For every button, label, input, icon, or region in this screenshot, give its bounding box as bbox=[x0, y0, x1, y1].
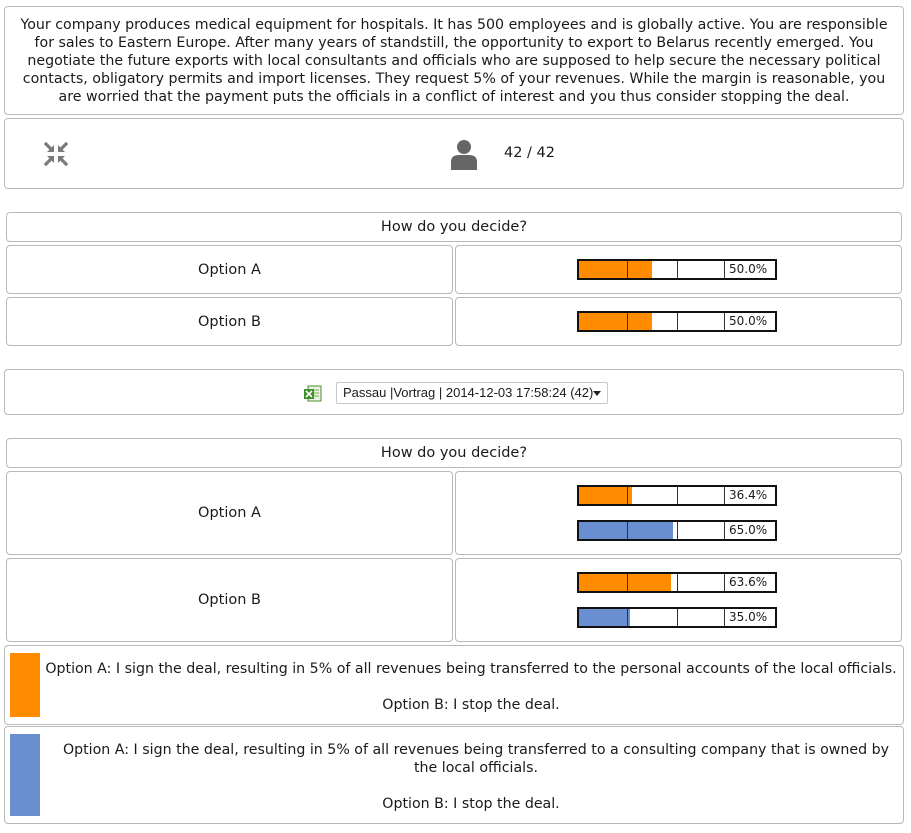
poll1-option-b-label: Option B bbox=[6, 297, 453, 346]
poll1-option-b-fill bbox=[579, 313, 652, 330]
legend-blue-option-b: Option B: I stop the deal. bbox=[382, 796, 560, 812]
chevron-down-icon bbox=[593, 391, 601, 396]
bar-tick bbox=[677, 574, 678, 591]
poll2-option-b-orange-bar: 63.6% bbox=[577, 572, 777, 593]
poll2-option-b-blue-fill bbox=[579, 609, 630, 626]
poll1-option-a-label: Option A bbox=[6, 245, 453, 294]
poll2-option-a-orange-fill bbox=[579, 487, 632, 504]
bar-tick bbox=[677, 522, 678, 539]
poll2-option-a-blue-percent: 65.0% bbox=[724, 522, 775, 539]
poll2-option-a-orange-percent: 36.4% bbox=[724, 487, 775, 504]
poll1-option-a-percent: 50.0% bbox=[724, 261, 775, 278]
legend-orange: Option A: I sign the deal, resulting in … bbox=[4, 645, 904, 725]
poll2-option-b-orange-percent: 63.6% bbox=[724, 574, 775, 591]
poll2-option-a-blue-fill bbox=[579, 522, 673, 539]
bar-tick bbox=[677, 609, 678, 626]
poll1-option-b-bar: 50.0% bbox=[577, 311, 777, 332]
session-select[interactable]: Passau |Vortrag | 2014-12-03 17:58:24 (4… bbox=[336, 382, 608, 404]
poll1-option-a-bar: 50.0% bbox=[577, 259, 777, 280]
poll1-question: How do you decide? bbox=[6, 212, 902, 242]
legend-blue: Option A: I sign the deal, resulting in … bbox=[4, 726, 904, 824]
poll2-option-b-label: Option B bbox=[6, 558, 453, 642]
poll2-option-b-orange-fill bbox=[579, 574, 671, 591]
bar-tick bbox=[627, 609, 628, 626]
legend-orange-swatch bbox=[10, 653, 40, 717]
legend-blue-option-a: Option A: I sign the deal, resulting in … bbox=[62, 742, 890, 776]
controls-panel: 42 / 42 bbox=[4, 118, 904, 189]
poll2-question: How do you decide? bbox=[6, 438, 902, 468]
poll2-option-b-result: 63.6% 35.0% bbox=[455, 558, 902, 642]
session-panel: Passau |Vortrag | 2014-12-03 17:58:24 (4… bbox=[4, 369, 904, 415]
poll2-option-a-result: 36.4% 65.0% bbox=[455, 471, 902, 555]
poll2-option-b-blue-bar: 35.0% bbox=[577, 607, 777, 628]
poll1-option-b-percent: 50.0% bbox=[724, 313, 775, 330]
bar-tick bbox=[677, 487, 678, 504]
user-icon bbox=[451, 140, 477, 170]
legend-blue-swatch bbox=[10, 734, 40, 816]
participant-count: 42 / 42 bbox=[504, 145, 556, 161]
poll1-option-a-result: 50.0% bbox=[455, 245, 902, 294]
poll2-option-b-blue-percent: 35.0% bbox=[724, 609, 775, 626]
poll2-option-a-blue-bar: 65.0% bbox=[577, 520, 777, 541]
bar-tick bbox=[627, 574, 628, 591]
scenario-text: Your company produces medical equipment … bbox=[4, 6, 904, 115]
legend-orange-option-b: Option B: I stop the deal. bbox=[382, 697, 560, 713]
poll1-option-b-result: 50.0% bbox=[455, 297, 902, 346]
bar-tick bbox=[627, 522, 628, 539]
bar-tick bbox=[677, 313, 678, 330]
legend-orange-option-a: Option A: I sign the deal, resulting in … bbox=[45, 661, 897, 677]
poll2-option-a-orange-bar: 36.4% bbox=[577, 485, 777, 506]
bar-tick bbox=[677, 261, 678, 278]
poll1-option-a-fill bbox=[579, 261, 652, 278]
bar-tick bbox=[627, 313, 628, 330]
poll2-option-a-label: Option A bbox=[6, 471, 453, 555]
bar-tick bbox=[627, 487, 628, 504]
session-select-value: Passau |Vortrag | 2014-12-03 17:58:24 (4… bbox=[343, 385, 594, 400]
excel-export-icon[interactable] bbox=[304, 385, 322, 402]
bar-tick bbox=[627, 261, 628, 278]
compress-arrows-icon[interactable] bbox=[43, 141, 69, 167]
